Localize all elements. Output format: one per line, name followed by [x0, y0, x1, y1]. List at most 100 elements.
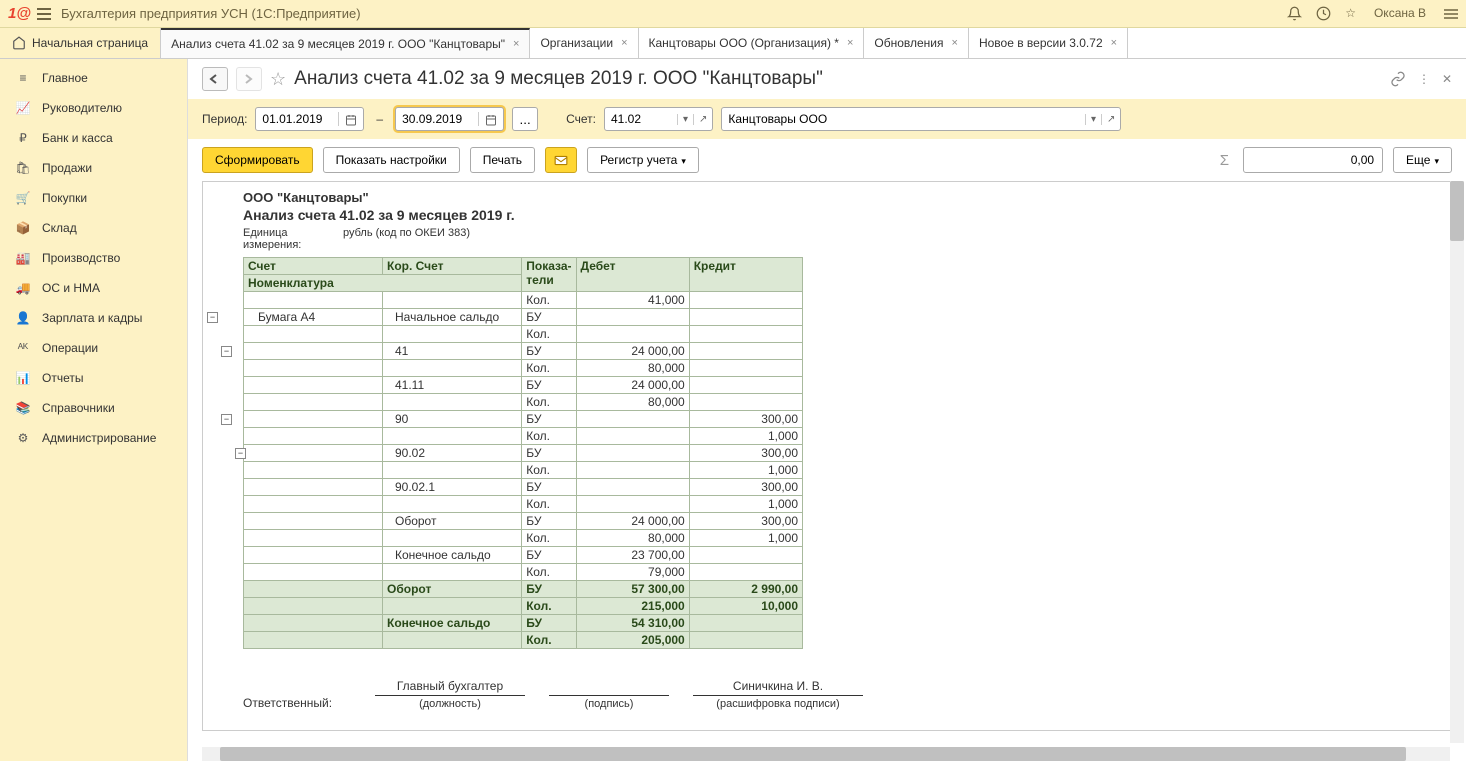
cell: [244, 496, 383, 513]
params-bar: Период: – ... Счет: ▾ ↗: [188, 99, 1466, 139]
more-button[interactable]: Еще▾: [1393, 147, 1452, 173]
cell: [383, 462, 522, 479]
sidebar-item-label: ОС и НМА: [42, 281, 100, 295]
cell: БУ: [522, 445, 576, 462]
star-icon[interactable]: ☆: [1345, 6, 1356, 20]
sidebar-item[interactable]: 👤Зарплата и кадры: [0, 303, 187, 333]
date-to-input[interactable]: [395, 107, 504, 131]
tabs-row: Начальная страница Анализ счета 41.02 за…: [0, 28, 1466, 59]
cell: [244, 326, 383, 343]
bell-icon[interactable]: [1287, 6, 1302, 21]
home-tab[interactable]: Начальная страница: [0, 28, 161, 58]
more-menu-icon[interactable]: ⋮: [1418, 72, 1430, 86]
toolbar: Сформировать Показать настройки Печать Р…: [188, 139, 1466, 181]
tab-label: Новое в версии 3.0.72: [979, 36, 1103, 50]
tab[interactable]: Канцтовары ООО (Организация) *×: [639, 28, 865, 58]
tab[interactable]: Новое в версии 3.0.72 ×: [969, 28, 1128, 58]
dropdown-icon[interactable]: ▾: [677, 114, 693, 125]
tab[interactable]: Организации×: [530, 28, 638, 58]
sum-input[interactable]: [1243, 147, 1383, 173]
window-controls-icon[interactable]: [1444, 6, 1458, 20]
history-icon[interactable]: [1316, 6, 1331, 21]
expand-icon[interactable]: ↗: [1101, 114, 1120, 125]
cell: Начальное сальдо: [383, 309, 522, 326]
table-row: Кол.79,000: [244, 564, 803, 581]
cell: [689, 343, 802, 360]
scrollbar-vertical[interactable]: [1450, 181, 1464, 743]
sidebar-item[interactable]: 📈Руководителю: [0, 93, 187, 123]
main-menu-icon[interactable]: [37, 8, 51, 20]
sidebar-item-icon: 🏭: [14, 251, 32, 265]
sidebar-item[interactable]: 🛍Продажи: [0, 153, 187, 183]
sidebar-item-icon: 📊: [14, 371, 32, 385]
close-icon[interactable]: ×: [513, 38, 519, 50]
calendar-icon[interactable]: [478, 112, 503, 126]
sidebar-item[interactable]: 📦Склад: [0, 213, 187, 243]
sidebar-item[interactable]: 🚚ОС и НМА: [0, 273, 187, 303]
email-button[interactable]: [545, 147, 577, 173]
cell: [383, 496, 522, 513]
cell: [576, 479, 689, 496]
tree-collapse-icon[interactable]: −: [207, 312, 218, 323]
sidebar-item[interactable]: 🏭Производство: [0, 243, 187, 273]
tree-collapse-icon[interactable]: −: [235, 448, 246, 459]
tree-collapse-icon[interactable]: −: [221, 346, 232, 357]
sidebar-item[interactable]: ⚙Администрирование: [0, 423, 187, 453]
sidebar-item-icon: ≡: [14, 71, 32, 85]
close-icon[interactable]: ×: [952, 37, 958, 49]
close-icon[interactable]: ×: [621, 37, 627, 49]
dropdown-icon[interactable]: ▾: [1085, 114, 1101, 125]
cell: 90.02.1: [383, 479, 522, 496]
cell: [244, 530, 383, 547]
tab-label: Обновления: [874, 36, 943, 50]
register-button[interactable]: Регистр учета▾: [587, 147, 699, 173]
link-icon[interactable]: [1390, 71, 1406, 87]
sidebar-item[interactable]: 📚Справочники: [0, 393, 187, 423]
scrollbar-horizontal[interactable]: [202, 747, 1450, 761]
generate-button[interactable]: Сформировать: [202, 147, 313, 173]
show-settings-button[interactable]: Показать настройки: [323, 147, 460, 173]
cell: 24 000,00: [576, 377, 689, 394]
sidebar-item[interactable]: 📊Отчеты: [0, 363, 187, 393]
close-icon[interactable]: ×: [847, 37, 853, 49]
sidebar-item[interactable]: ≡Главное: [0, 63, 187, 93]
table-row: Кол.1,000: [244, 428, 803, 445]
cell: [576, 445, 689, 462]
tree-collapse-icon[interactable]: −: [221, 414, 232, 425]
sidebar-item[interactable]: ᴬᴷОперации: [0, 333, 187, 363]
sidebar-item-label: Банк и касса: [42, 131, 113, 145]
cell: Кол.: [522, 496, 576, 513]
tab[interactable]: Обновления ×: [864, 28, 969, 58]
user-name[interactable]: Оксана В: [1374, 6, 1426, 20]
cell: [689, 360, 802, 377]
cell: 90.02: [383, 445, 522, 462]
table-row: 90.02.1БУ300,00: [244, 479, 803, 496]
nav-back-button[interactable]: [202, 67, 228, 91]
print-button[interactable]: Печать: [470, 147, 535, 173]
nav-forward-button[interactable]: [236, 67, 262, 91]
cell: [244, 292, 383, 309]
table-row: ОборотБУ24 000,00300,00: [244, 513, 803, 530]
cell: 80,000: [576, 530, 689, 547]
org-select[interactable]: ▾ ↗: [721, 107, 1121, 131]
home-icon: [12, 36, 26, 51]
sidebar-item-label: Продажи: [42, 161, 92, 175]
cell: [383, 530, 522, 547]
favorite-star-icon[interactable]: ☆: [270, 69, 286, 90]
cell: БУ: [522, 479, 576, 496]
sidebar-item[interactable]: 🛒Покупки: [0, 183, 187, 213]
tab[interactable]: Анализ счета 41.02 за 9 месяцев 2019 г. …: [161, 28, 530, 58]
table-row: 90.02БУ300,00: [244, 445, 803, 462]
calendar-icon[interactable]: [338, 112, 363, 126]
close-tab-icon[interactable]: ✕: [1442, 72, 1452, 86]
cell: Кол.: [522, 394, 576, 411]
responsible-label: Ответственный:: [243, 696, 363, 710]
expand-icon[interactable]: ↗: [693, 114, 712, 125]
account-select[interactable]: ▾ ↗: [604, 107, 713, 131]
date-from-input[interactable]: [255, 107, 364, 131]
sidebar-item[interactable]: ₽Банк и касса: [0, 123, 187, 153]
period-picker-button[interactable]: ...: [512, 107, 538, 131]
cell: [383, 360, 522, 377]
close-icon[interactable]: ×: [1111, 37, 1117, 49]
cell: [244, 513, 383, 530]
